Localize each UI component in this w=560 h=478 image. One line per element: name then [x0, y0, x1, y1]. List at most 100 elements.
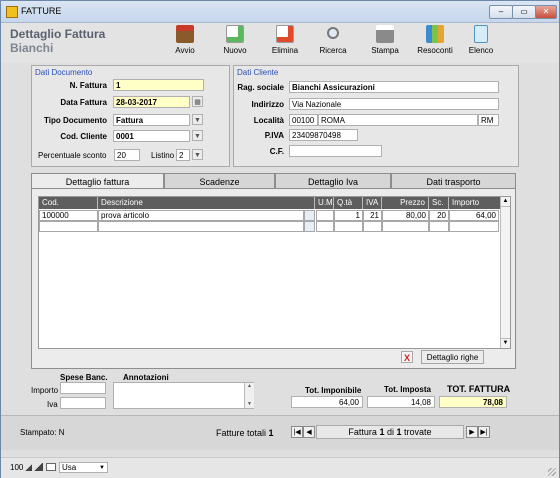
listino-select[interactable]: 2 — [176, 149, 190, 161]
dettaglio-fattura-panel: Cod. Descrizione U.M. Q.tà IVA Prezzo Sc… — [31, 188, 516, 369]
cell-sc[interactable]: 20 — [429, 210, 449, 221]
chevron-down-icon[interactable]: ▼ — [192, 130, 203, 141]
tab-dettaglio-fattura[interactable]: Dettaglio fattura — [31, 173, 164, 189]
cell-importo[interactable]: 64,00 — [449, 210, 499, 221]
toolbar-label: Elenco — [468, 46, 494, 55]
cell-qta[interactable] — [334, 221, 363, 232]
next-record-button[interactable]: ▶ — [466, 426, 478, 438]
cell-prezzo[interactable] — [382, 221, 429, 232]
tot-fattura-label: TOT. FATTURA — [447, 384, 511, 394]
page-subtitle: Bianchi — [10, 41, 54, 55]
annotazioni-scrollbar[interactable]: ▲ ▼ — [244, 383, 254, 408]
cell-um[interactable] — [316, 210, 334, 221]
cell-descrizione[interactable]: prova articolo — [98, 210, 304, 221]
rag-sociale-field[interactable]: Bianchi Assicurazioni — [289, 81, 499, 93]
sconto-field[interactable]: 20 — [114, 149, 140, 161]
provincia-field[interactable]: RM — [478, 114, 499, 126]
nav-mid: di — [386, 427, 394, 437]
cell-iva[interactable] — [363, 221, 382, 232]
cell-qta[interactable]: 1 — [334, 210, 363, 221]
toolbar-resoconti[interactable]: Resoconti — [415, 25, 455, 55]
scroll-up-icon[interactable]: ▲ — [501, 197, 510, 207]
tab-bar: Dettaglio fattura Scadenze Dettaglio Iva… — [31, 173, 516, 189]
tab-dettaglio-iva[interactable]: Dettaglio Iva — [275, 173, 391, 189]
cf-field[interactable] — [289, 145, 382, 157]
indirizzo-label: Indirizzo — [251, 100, 284, 109]
stampato-status: Stampato: N — [20, 428, 65, 437]
nav-current: 1 — [379, 427, 385, 437]
toolbar-elenco[interactable]: Elenco — [461, 25, 501, 55]
toolbar-label: Stampa — [371, 46, 399, 55]
cell-cod[interactable] — [39, 221, 98, 232]
chevron-down-icon[interactable]: ▼ — [192, 114, 203, 125]
col-header-importo[interactable]: Importo — [449, 197, 501, 209]
list-icon — [474, 25, 488, 43]
rag-sociale-label: Rag. sociale — [237, 83, 284, 92]
col-header-iva[interactable]: IVA — [363, 197, 382, 209]
annotazioni-textarea[interactable] — [113, 382, 254, 409]
cell-um[interactable] — [316, 221, 334, 232]
cod-cliente-select[interactable]: 0001 — [113, 130, 190, 142]
toolbar-nuovo[interactable]: Nuovo — [215, 25, 255, 55]
delete-row-button[interactable]: X — [401, 351, 413, 363]
n-fattura-field[interactable]: 1 — [113, 79, 204, 91]
cell-descrizione[interactable] — [98, 221, 304, 232]
spese-title: Spese Banc. — [60, 373, 108, 382]
window-icon[interactable] — [46, 463, 56, 471]
last-record-button[interactable]: ▶| — [478, 426, 490, 438]
header-toolbar: Dettaglio Fattura Bianchi Avvio Nuovo El… — [1, 23, 559, 63]
close-button[interactable]: ✕ — [535, 5, 557, 19]
chevron-down-icon[interactable]: ▼ — [192, 149, 203, 160]
dettaglio-righe-button[interactable]: Dettaglio righe — [421, 350, 484, 364]
resize-grip-icon[interactable] — [548, 468, 556, 476]
status-bar: 100 Usa ▼ — [1, 457, 559, 478]
col-header-cod[interactable]: Cod. — [39, 197, 98, 209]
tab-dati-trasporto[interactable]: Dati trasporto — [391, 173, 516, 189]
cap-field[interactable]: 00100 — [289, 114, 318, 126]
spese-importo-field[interactable] — [60, 382, 106, 394]
tab-scadenze[interactable]: Scadenze — [164, 173, 275, 189]
tipo-documento-select[interactable]: Fattura — [113, 114, 190, 126]
chevron-down-icon[interactable]: ▼ — [99, 465, 105, 471]
tot-imponibile-field: 64,00 — [291, 396, 363, 408]
cell-importo[interactable] — [449, 221, 499, 232]
col-header-prezzo[interactable]: Prezzo — [382, 197, 429, 209]
window-title: FATTURE — [21, 6, 62, 16]
col-header-sc[interactable]: Sc. — [429, 197, 449, 209]
minimize-button[interactable]: ‒ — [489, 5, 513, 19]
col-header-um[interactable]: U.M. — [315, 197, 335, 209]
cell-prezzo[interactable]: 80,00 — [382, 210, 429, 221]
toolbar-stampa[interactable]: Stampa — [365, 25, 405, 55]
toolbar-label: Ricerca — [319, 46, 347, 55]
cell-sc[interactable] — [429, 221, 449, 232]
first-record-button[interactable]: |◀ — [291, 426, 303, 438]
lookup-icon[interactable] — [304, 221, 315, 232]
localita-label: Località — [253, 116, 284, 125]
prev-record-button[interactable]: ◀ — [303, 426, 315, 438]
zoom-icon[interactable] — [25, 464, 32, 471]
maximize-button[interactable]: ▭ — [512, 5, 536, 19]
magnifier-icon — [327, 27, 339, 39]
scroll-down-icon[interactable]: ▼ — [501, 338, 510, 348]
col-header-qta[interactable]: Q.tà — [334, 197, 363, 209]
piva-field[interactable]: 23409870498 — [289, 129, 358, 141]
data-fattura-field[interactable]: 28-03-2017 — [113, 96, 190, 108]
spese-iva-field[interactable] — [60, 397, 106, 409]
lookup-icon[interactable] — [304, 210, 315, 221]
toolbar-avvio[interactable]: Avvio — [165, 25, 205, 55]
localita-field[interactable]: ROMA — [318, 114, 478, 126]
righe-grid: Cod. Descrizione U.M. Q.tà IVA Prezzo Sc… — [38, 196, 511, 349]
col-header-descrizione[interactable]: Descrizione — [98, 197, 315, 209]
cell-cod[interactable]: 100000 — [39, 210, 98, 221]
toolbar-elimina[interactable]: Elimina — [265, 25, 305, 55]
zoom-icon[interactable] — [34, 463, 43, 471]
grid-scrollbar[interactable]: ▲ ▼ — [500, 197, 510, 348]
page-title: Dettaglio Fattura — [10, 27, 106, 41]
cell-iva[interactable]: 21 — [363, 210, 382, 221]
tot-imponibile-label: Tot. Imponibile — [305, 386, 362, 395]
footer-bar: Stampato: N Fatture totali 1 |◀ ◀ Fattur… — [1, 415, 559, 450]
indirizzo-field[interactable]: Via Nazionale — [289, 98, 499, 110]
toolbar-ricerca[interactable]: Ricerca — [313, 25, 353, 55]
calendar-icon[interactable]: ▦ — [192, 96, 203, 107]
dati-documento-panel: Dati Documento N. Fattura 1 Data Fattura… — [31, 65, 230, 167]
